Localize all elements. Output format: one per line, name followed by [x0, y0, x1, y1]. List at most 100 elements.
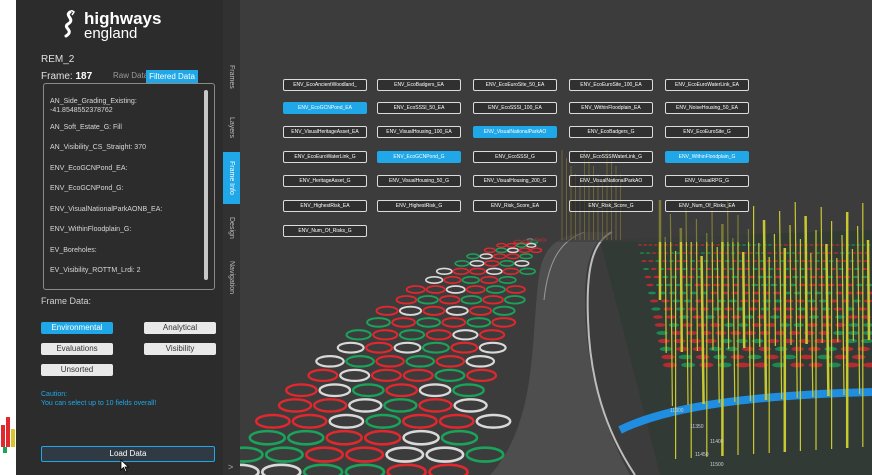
marker-dot: [645, 252, 651, 254]
tab-frame-info[interactable]: Frame Info: [223, 152, 240, 204]
marker-dot: [646, 283, 654, 287]
field-toggle-button[interactable]: ENV_EcoEuroWaterLink_EA: [665, 79, 749, 91]
marker-dot: [824, 346, 837, 352]
marker-dot: [744, 331, 757, 335]
vertical-tab-bar: Frames Layers Frame Info Design Navigati…: [223, 0, 240, 475]
marker-dot: [765, 354, 779, 360]
marker-dot: [648, 291, 656, 295]
field-list-scrollbar[interactable]: [204, 90, 208, 280]
marker-dot: [793, 323, 804, 327]
tab-design[interactable]: Design: [223, 206, 240, 250]
field-toggle-button[interactable]: ENV_EcoSSSI_50_EA: [377, 102, 461, 114]
marker-dot: [649, 299, 659, 303]
list-item: EV_Boreholes:: [50, 246, 97, 254]
marker-dot: [658, 338, 670, 344]
marker-dot: [792, 275, 799, 279]
field-toggle-button[interactable]: ENV_EcoSSSI_G: [473, 151, 557, 163]
marker-dot: [654, 323, 666, 327]
field-toggle-button[interactable]: ENV_HighestRisk_G: [377, 200, 461, 212]
field-toggle-button[interactable]: ENV_VisualHousing_200_G: [473, 175, 557, 187]
caution-title: Caution:: [41, 391, 68, 398]
field-toggle-button[interactable]: ENV_EcoGCNPond_G: [377, 151, 461, 163]
marker-dot: [687, 307, 698, 311]
marker-dot: [710, 323, 721, 327]
caution-note: Caution: You can select up to 10 fields …: [41, 390, 156, 408]
field-toggle-button[interactable]: ENV_EcoEuroWaterLink_G: [283, 151, 367, 163]
marker-dot: [745, 260, 751, 262]
marker-dot: [639, 252, 645, 254]
marker-dot: [799, 244, 804, 246]
field-toggle-button[interactable]: ENV_VisualRPG_G: [665, 175, 749, 187]
field-toggle-button[interactable]: ENV_EcoBadgers_G: [569, 126, 653, 138]
unsorted-button[interactable]: Unsorted: [41, 364, 113, 376]
tab-filtered-data[interactable]: Filtered Data: [146, 70, 198, 83]
list-item: EV_Visibility_ROTTM_Lrdi: 2: [50, 267, 141, 274]
field-toggle-button[interactable]: ENV_EcoEuroSite_100_EA: [569, 79, 653, 91]
marker-dot: [661, 354, 675, 360]
marker-dot: [664, 252, 669, 254]
marker-dot: [791, 346, 804, 352]
field-toggle-button[interactable]: ENV_WithinFloodplain_EA: [569, 102, 653, 114]
field-toggle-button[interactable]: ENV_EcoSSSIWaterLink_G: [569, 151, 653, 163]
pole: [679, 227, 684, 353]
marker-dot: [783, 244, 788, 246]
marker-dot: [809, 307, 819, 311]
list-item: ENV_EcoGCNPond_EA:: [50, 164, 128, 172]
marker-dot: [638, 244, 642, 246]
marker-dot: [786, 260, 793, 262]
field-toggle-button[interactable]: ENV_VisualNationalParkAO: [569, 175, 653, 187]
marker-dot: [641, 260, 647, 262]
field-toggle-button[interactable]: ENV_NoiseHousing_50_EA: [665, 102, 749, 114]
marker-dot: [808, 283, 816, 287]
field-toggle-button[interactable]: ENV_VisualHeritageAsset_EA: [283, 126, 367, 138]
expand-panel-icon[interactable]: >: [228, 462, 233, 472]
field-toggle-button[interactable]: ENV_HighestRisk_EA: [283, 200, 367, 212]
evaluations-button[interactable]: Evaluations: [41, 343, 113, 355]
field-toggle-button[interactable]: ENV_VisualHousing_50_G: [377, 175, 461, 187]
marker-dot: [710, 260, 716, 262]
field-toggle-button[interactable]: ENV_Num_Of_Risks_G: [283, 225, 367, 237]
list-item: ENV_EcoGCNPond_G:: [50, 185, 124, 192]
marker-dot: [730, 331, 742, 335]
field-toggle-button[interactable]: ENV_HeritageAsset_G: [283, 175, 367, 187]
tab-navigation[interactable]: Navigation: [223, 252, 240, 304]
marker-dot: [712, 252, 718, 254]
marker-dot: [672, 299, 681, 303]
marker-dot: [821, 307, 831, 311]
field-toggle-button[interactable]: ENV_EcoGCNPond_EA: [283, 102, 367, 114]
marker-dot: [700, 244, 705, 246]
field-toggle-button[interactable]: ENV_EcoSSSI_100_EA: [473, 102, 557, 114]
field-toggle-button[interactable]: ENV_Risk_Score_G: [569, 200, 653, 212]
field-toggle-button[interactable]: ENV_EcoBadgers_EA: [377, 79, 461, 91]
marker-dot: [648, 244, 653, 246]
marker-dot: [700, 252, 705, 254]
marker-dot: [773, 260, 779, 262]
field-toggle-button[interactable]: ENV_EcoAncientWoodland_: [283, 79, 367, 91]
marker-dot: [688, 252, 693, 254]
marker-dot: [670, 275, 678, 279]
field-values-list[interactable]: AN_Boreholes: 70.29 AN_Side_Grading_Exis…: [43, 83, 215, 290]
marker-dot: [709, 346, 722, 352]
analytical-button[interactable]: Analytical: [144, 322, 216, 334]
marker-dot: [814, 244, 819, 246]
field-toggle-button[interactable]: ENV_Risk_Score_EA: [473, 200, 557, 212]
marker-dot: [837, 283, 845, 287]
marker-dot: [809, 315, 819, 319]
field-toggle-button[interactable]: ENV_VisualNationalParkAO: [473, 126, 557, 138]
tab-frames[interactable]: Frames: [223, 52, 240, 102]
field-toggle-button[interactable]: ENV_EcoEuroSite_G: [665, 126, 749, 138]
chainage-label: 11500: [710, 462, 724, 468]
field-toggle-button[interactable]: ENV_WithinFloodplain_G: [665, 151, 749, 163]
marker-dot: [653, 315, 663, 319]
tab-raw-data[interactable]: Raw Data: [113, 71, 148, 80]
field-toggle-button[interactable]: ENV_VisualHousing_100_EA: [377, 126, 461, 138]
environmental-button[interactable]: Environmental: [41, 322, 113, 334]
caution-text: You can select up to 10 fields overall!: [41, 400, 157, 407]
marker-dot: [742, 244, 746, 246]
field-toggle-button[interactable]: ENV_EcoEuroSite_50_EA: [473, 79, 557, 91]
visibility-button[interactable]: Visibility: [144, 343, 216, 355]
marker-dot: [722, 283, 730, 287]
marker-dot: [643, 268, 649, 270]
tab-layers[interactable]: Layers: [223, 106, 240, 150]
field-toggle-button[interactable]: ENV_Num_Of_Risks_EA: [665, 200, 749, 212]
